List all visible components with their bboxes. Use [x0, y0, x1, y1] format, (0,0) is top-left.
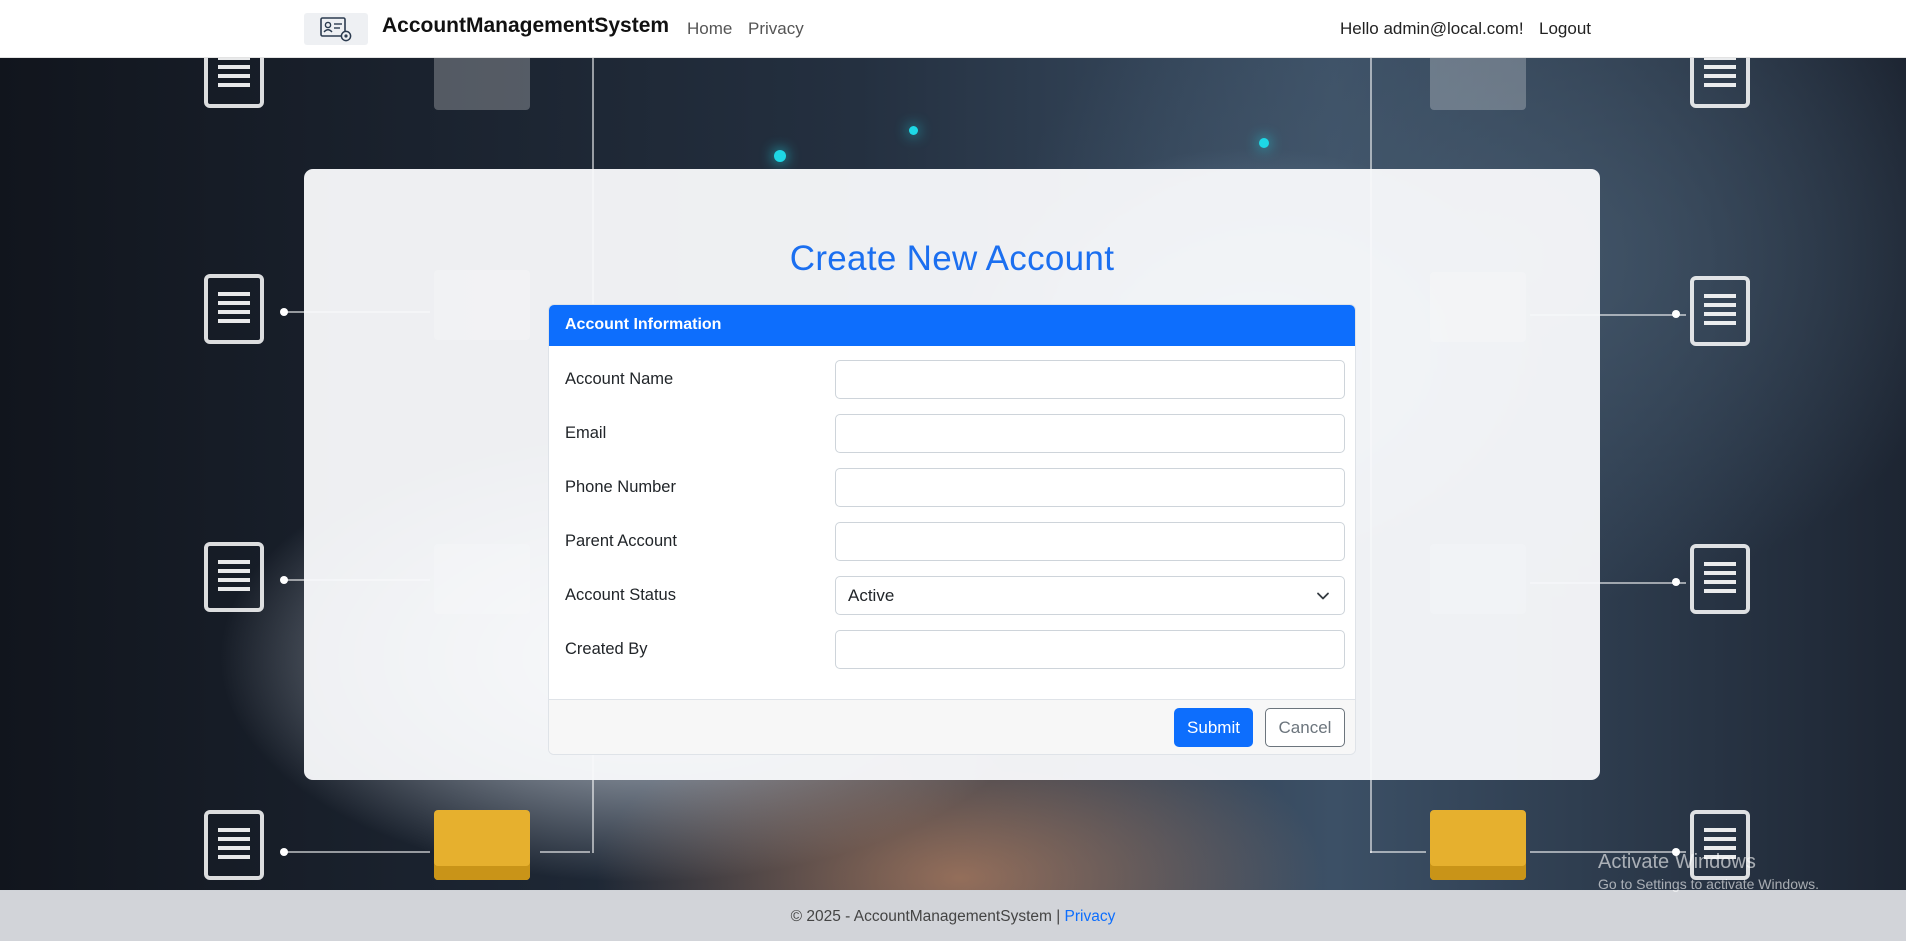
main-card: Create New Account Account Information A… — [304, 169, 1600, 780]
connector-node — [280, 308, 288, 316]
document-icon — [204, 810, 282, 890]
navbar: AccountManagementSystem Home Privacy Hel… — [0, 0, 1906, 58]
brand-logo[interactable] — [304, 13, 368, 45]
document-icon — [1690, 276, 1768, 364]
submit-button[interactable]: Submit — [1174, 708, 1253, 747]
nav-link-home[interactable]: Home — [687, 19, 732, 39]
form-row-created-by: Created By — [549, 630, 1355, 670]
watermark-title: Activate Windows — [1598, 851, 1756, 873]
cancel-button[interactable]: Cancel — [1265, 708, 1345, 747]
email-input[interactable] — [835, 414, 1345, 453]
folder-icon — [1430, 810, 1526, 880]
parent-account-input[interactable] — [835, 522, 1345, 561]
panel-header: Account Information — [549, 305, 1355, 346]
form-row-parent-account: Parent Account — [549, 522, 1355, 562]
logout-link[interactable]: Logout — [1539, 19, 1591, 39]
glow-dot — [774, 150, 786, 162]
connector-node — [280, 848, 288, 856]
email-label: Email — [565, 424, 607, 442]
document-icon — [1690, 58, 1768, 126]
account-form-panel: Account Information Account Name Email P… — [548, 304, 1356, 755]
account-status-value: Active — [848, 585, 895, 605]
account-name-label: Account Name — [565, 370, 674, 388]
account-status-label: Account Status — [565, 586, 676, 604]
form-row-email: Email — [549, 414, 1355, 454]
nav-link-privacy[interactable]: Privacy — [748, 19, 804, 39]
folder-icon — [1430, 58, 1526, 110]
document-icon — [204, 274, 282, 362]
account-name-input[interactable] — [835, 360, 1345, 399]
copyright-text: © 2025 - AccountManagementSystem | — [790, 908, 1065, 925]
connector-node — [280, 576, 288, 584]
connector-node — [1672, 578, 1680, 586]
connector-line — [540, 851, 590, 853]
watermark-subtitle: Go to Settings to activate Windows. — [1598, 876, 1819, 892]
connector-line — [284, 851, 430, 853]
activate-windows-watermark: Activate Windows Go to Settings to activ… — [1598, 851, 1819, 892]
phone-number-label: Phone Number — [565, 478, 676, 496]
footer-privacy-link[interactable]: Privacy — [1065, 908, 1116, 925]
glow-dot — [909, 126, 918, 135]
form-row-account-status: Account Status Active — [549, 576, 1355, 616]
user-greeting: Hello admin@local.com! — [1340, 19, 1524, 38]
panel-footer: Submit Cancel — [549, 699, 1355, 754]
chevron-down-icon — [1317, 592, 1329, 600]
document-icon — [204, 542, 282, 630]
glow-dot — [1259, 138, 1269, 148]
folder-icon — [434, 810, 530, 880]
page-footer: © 2025 - AccountManagementSystem | Priva… — [0, 890, 1906, 941]
connector-node — [1672, 310, 1680, 318]
created-by-label: Created By — [565, 640, 648, 658]
document-icon — [1690, 544, 1768, 632]
account-settings-icon — [320, 17, 352, 42]
phone-number-input[interactable] — [835, 468, 1345, 507]
brand-name[interactable]: AccountManagementSystem — [382, 14, 669, 38]
created-by-input[interactable] — [835, 630, 1345, 669]
parent-account-label: Parent Account — [565, 532, 677, 550]
form-row-account-name: Account Name — [549, 360, 1355, 400]
folder-icon — [434, 58, 530, 110]
account-status-select[interactable]: Active — [835, 576, 1345, 615]
form-row-phone-number: Phone Number — [549, 468, 1355, 508]
page-title: Create New Account — [789, 239, 1115, 278]
connector-line — [1370, 851, 1426, 853]
document-icon — [204, 58, 282, 126]
